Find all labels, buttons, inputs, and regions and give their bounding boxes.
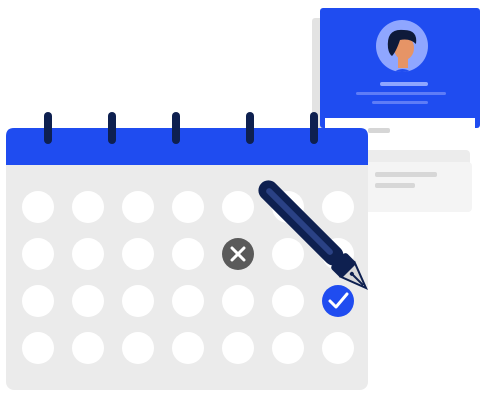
calendar-day[interactable]: [172, 238, 204, 270]
calendar-day[interactable]: [22, 332, 54, 364]
calendar-day[interactable]: [172, 332, 204, 364]
calendar-day[interactable]: [322, 191, 354, 223]
calendar-day[interactable]: [22, 285, 54, 317]
calendar-day[interactable]: [272, 332, 304, 364]
calendar-day[interactable]: [72, 191, 104, 223]
profile-card: [312, 8, 480, 140]
calendar-day[interactable]: [122, 238, 154, 270]
calendar-day[interactable]: [22, 238, 54, 270]
calendar-illustration: [0, 0, 483, 394]
calendar-day-approved[interactable]: [322, 285, 354, 317]
calendar-day[interactable]: [22, 191, 54, 223]
calendar-day[interactable]: [172, 285, 204, 317]
calendar-day[interactable]: [122, 191, 154, 223]
calendar-day-rejected[interactable]: [222, 238, 254, 270]
calendar-day[interactable]: [322, 332, 354, 364]
profile-detail-line: [356, 92, 446, 95]
calendar: [6, 112, 368, 390]
profile-detail-line: [372, 101, 428, 104]
calendar-day[interactable]: [72, 285, 104, 317]
calendar-day[interactable]: [222, 191, 254, 223]
calendar-day[interactable]: [272, 285, 304, 317]
calendar-day[interactable]: [222, 285, 254, 317]
calendar-day[interactable]: [72, 332, 104, 364]
illustration-canvas: [6, 8, 480, 390]
calendar-day[interactable]: [272, 238, 304, 270]
calendar-day[interactable]: [72, 238, 104, 270]
calendar-day[interactable]: [122, 332, 154, 364]
profile-name-line: [380, 82, 428, 86]
calendar-day[interactable]: [222, 332, 254, 364]
calendar-day[interactable]: [122, 285, 154, 317]
calendar-day[interactable]: [172, 191, 204, 223]
